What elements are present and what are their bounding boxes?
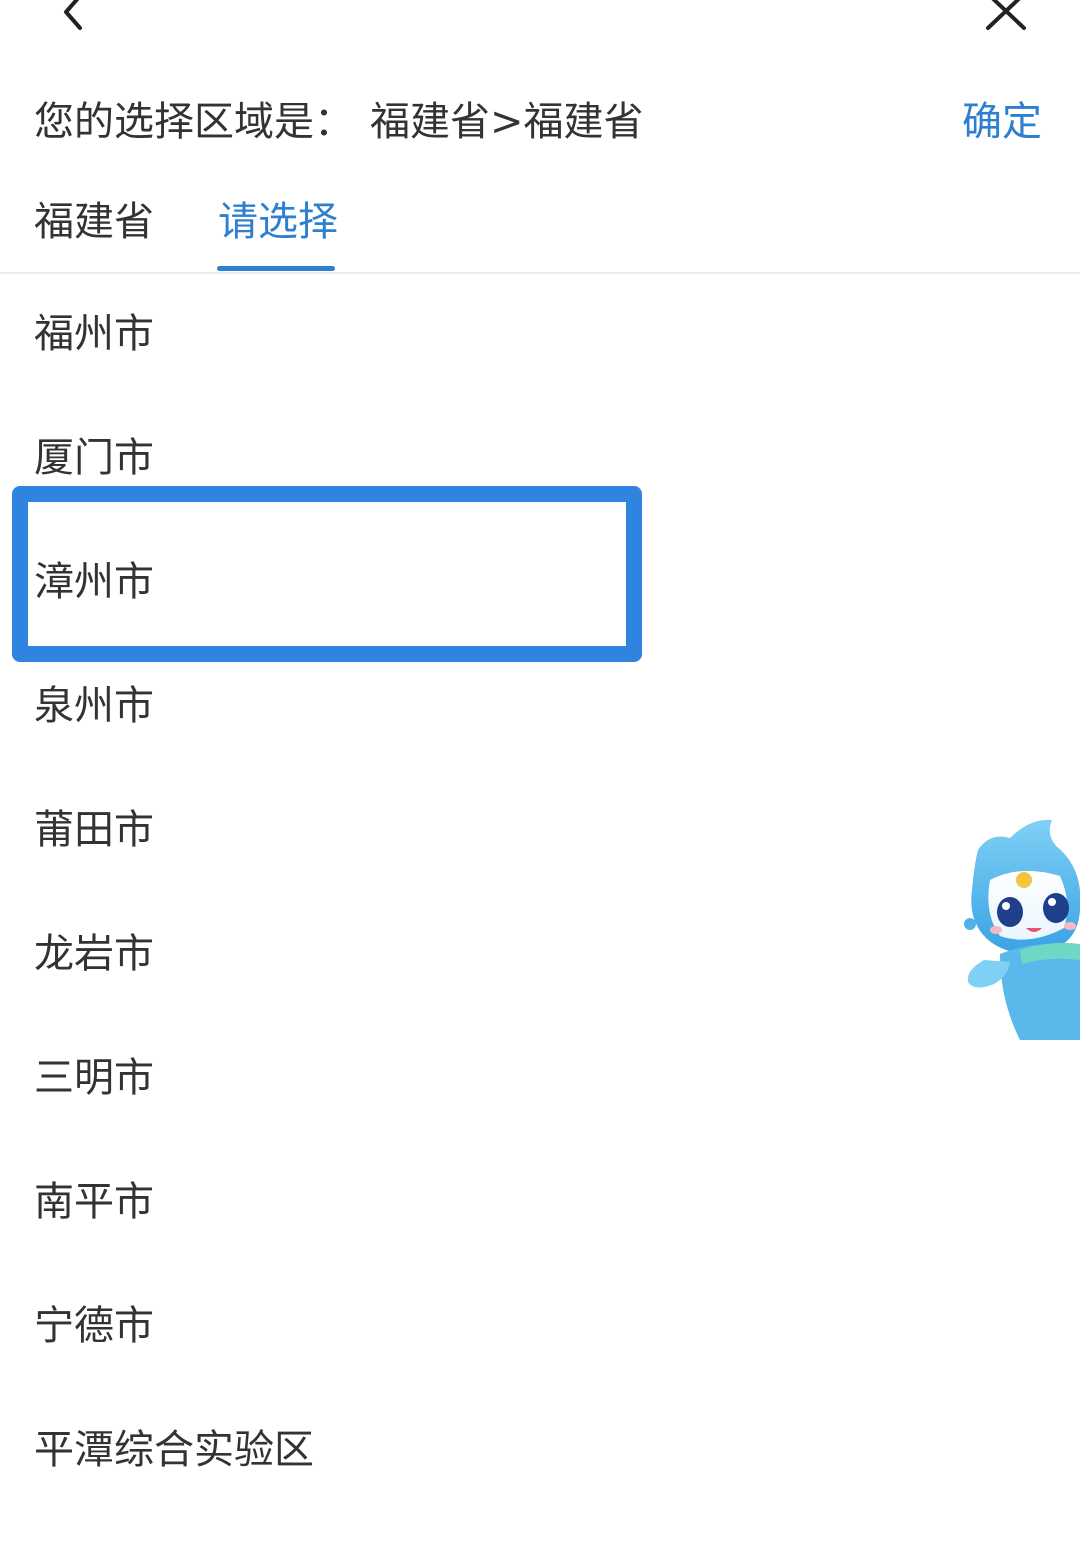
city-label: 泉州市 <box>34 683 154 729</box>
chevron-left-icon[interactable] <box>52 0 92 32</box>
top-bar <box>0 0 1080 60</box>
selection-label: 您的选择区域是： <box>34 99 354 145</box>
selection-value: 福建省>福建省 <box>370 99 644 145</box>
mascot-robot-icon[interactable] <box>960 810 1080 1040</box>
close-icon[interactable] <box>980 0 1032 34</box>
city-item-ningde[interactable]: 宁德市 <box>0 1264 1080 1388</box>
city-item-putian[interactable]: 莆田市 <box>0 768 1080 892</box>
tab-choose[interactable]: 请选择 <box>218 194 338 250</box>
city-item-nanping[interactable]: 南平市 <box>0 1140 1080 1264</box>
city-label: 龙岩市 <box>34 931 154 977</box>
city-label: 厦门市 <box>34 435 154 481</box>
selection-summary: 您的选择区域是： 福建省>福建省 确定 <box>0 82 1080 162</box>
active-tab-indicator <box>217 266 335 271</box>
confirm-button[interactable]: 确定 <box>962 94 1042 150</box>
city-item-xiamen[interactable]: 厦门市 <box>0 396 1080 520</box>
city-label: 三明市 <box>34 1055 154 1101</box>
region-tabs: 福建省 请选择 <box>0 180 1080 274</box>
city-item-zhangzhou[interactable]: 漳州市 <box>0 520 1080 644</box>
city-item-pingtan[interactable]: 平潭综合实验区 <box>0 1388 1080 1512</box>
city-label: 南平市 <box>34 1179 154 1225</box>
city-list: 福州市 厦门市 漳州市 泉州市 莆田市 龙岩市 三明市 南平市 宁德市 平潭综合… <box>0 272 1080 1512</box>
city-label: 平潭综合实验区 <box>34 1427 314 1473</box>
tab-province[interactable]: 福建省 <box>34 194 154 250</box>
city-item-fuzhou[interactable]: 福州市 <box>0 272 1080 396</box>
city-label: 宁德市 <box>34 1303 154 1349</box>
city-label: 福州市 <box>34 311 154 357</box>
city-item-quanzhou[interactable]: 泉州市 <box>0 644 1080 768</box>
city-item-longyan[interactable]: 龙岩市 <box>0 892 1080 1016</box>
city-item-sanming[interactable]: 三明市 <box>0 1016 1080 1140</box>
city-label: 莆田市 <box>34 807 154 853</box>
city-label: 漳州市 <box>34 559 154 605</box>
